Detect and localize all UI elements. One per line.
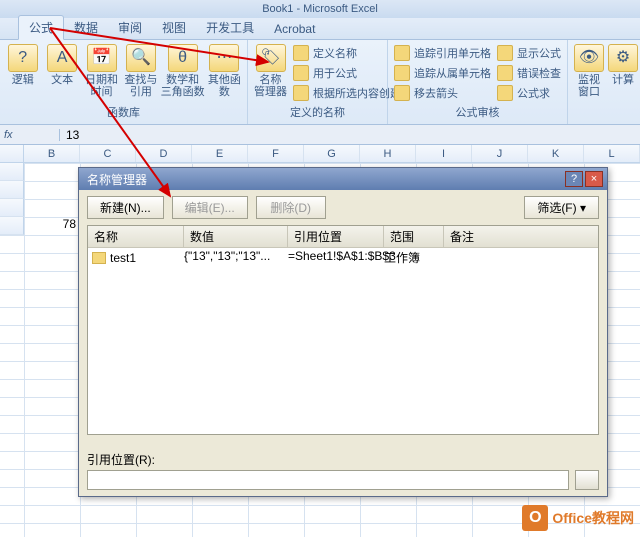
math-button[interactable]: θ数学和 三角函数 xyxy=(162,42,204,100)
col-header[interactable]: E xyxy=(192,145,248,162)
filter-button[interactable]: 筛选(F) ▾ xyxy=(524,196,599,219)
create-from-selection-button[interactable]: 根据所选内容创建 xyxy=(291,84,403,102)
define-name-button[interactable]: 定义名称 xyxy=(291,44,403,62)
edit-button[interactable]: 编辑(E)... xyxy=(172,196,248,219)
tab-review[interactable]: 审阅 xyxy=(108,16,152,39)
names-list: 名称 数值 引用位置 范围 备注 test1 {"13","13";"13"..… xyxy=(87,225,599,435)
watermark: O Office教程网 xyxy=(522,505,634,531)
col-header[interactable]: F xyxy=(248,145,304,162)
lookup-button[interactable]: 🔍查找与 引用 xyxy=(122,42,159,100)
remove-icon xyxy=(394,85,410,101)
watch-window-button[interactable]: 👁监视窗口 xyxy=(572,42,606,100)
col-scope[interactable]: 范围 xyxy=(384,226,444,247)
logical-icon: ? xyxy=(8,44,38,72)
calc-icon: ⚙ xyxy=(608,44,638,72)
datetime-button[interactable]: 📅日期和 时间 xyxy=(83,42,120,100)
text-button[interactable]: A文本 xyxy=(43,42,80,88)
more-fn-button[interactable]: ⋯其他函数 xyxy=(206,42,243,100)
col-header[interactable]: K xyxy=(528,145,584,162)
col-header[interactable]: J xyxy=(472,145,528,162)
create-icon xyxy=(293,85,309,101)
calendar-icon: 📅 xyxy=(87,44,117,72)
error-check-button[interactable]: 错误检查 xyxy=(495,64,563,82)
error-icon xyxy=(497,65,513,81)
row-header[interactable] xyxy=(0,163,24,181)
row-headers xyxy=(0,163,24,235)
col-header[interactable]: G xyxy=(304,145,360,162)
column-headers: B C D E F G H I J K L xyxy=(0,145,640,163)
group-label-fnlib: 函数库 xyxy=(4,104,243,122)
name-manager-icon: 🏷 xyxy=(256,44,286,72)
tab-developer[interactable]: 开发工具 xyxy=(196,16,264,39)
close-button[interactable]: × xyxy=(585,171,603,187)
refers-to-label: 引用位置(R): xyxy=(87,451,599,468)
dialog-toolbar: 新建(N)... 编辑(E)... 删除(D) 筛选(F) ▾ xyxy=(79,190,607,225)
arrow-down-icon xyxy=(394,65,410,81)
more-icon: ⋯ xyxy=(209,44,239,72)
watch-icon: 👁 xyxy=(574,44,604,72)
watermark-text: Office教程网 xyxy=(552,508,634,528)
dialog-title-text: 名称管理器 xyxy=(87,171,147,188)
new-button[interactable]: 新建(N)... xyxy=(87,196,164,219)
help-button[interactable]: ? xyxy=(565,171,583,187)
col-value[interactable]: 数值 xyxy=(184,226,288,247)
range-picker-button[interactable] xyxy=(575,470,599,490)
cell-value[interactable]: 78 xyxy=(26,217,80,231)
col-header[interactable]: H xyxy=(360,145,416,162)
math-icon: θ xyxy=(168,44,198,72)
formula-bar: fx 13 xyxy=(0,125,640,145)
name-manager-dialog: 名称管理器 ? × 新建(N)... 编辑(E)... 删除(D) 筛选(F) … xyxy=(78,167,608,497)
group-label-audit: 公式审核 xyxy=(392,104,563,122)
evaluate-formula-button[interactable]: 公式求 xyxy=(495,84,563,102)
col-note[interactable]: 备注 xyxy=(444,226,598,247)
refers-to-input[interactable] xyxy=(87,470,569,490)
fx-label[interactable]: fx xyxy=(0,129,60,141)
delete-button[interactable]: 删除(D) xyxy=(256,196,326,219)
list-header: 名称 数值 引用位置 范围 备注 xyxy=(88,226,598,248)
col-header[interactable]: D xyxy=(136,145,192,162)
row-header[interactable] xyxy=(0,217,24,235)
watermark-badge-icon: O xyxy=(522,505,548,531)
arrow-up-icon xyxy=(394,45,410,61)
col-name[interactable]: 名称 xyxy=(88,226,184,247)
show-icon xyxy=(497,45,513,61)
calculation-button[interactable]: ⚙计算 xyxy=(608,42,638,88)
define-icon xyxy=(293,45,309,61)
col-header[interactable]: L xyxy=(584,145,640,162)
name-row[interactable]: test1 {"13","13";"13"... =Sheet1!$A$1:$B… xyxy=(88,248,598,267)
logical-button[interactable]: ?逻辑 xyxy=(4,42,41,88)
use-in-formula-button[interactable]: 用于公式 xyxy=(291,64,403,82)
col-header[interactable]: B xyxy=(24,145,80,162)
ribbon: ?逻辑 A文本 📅日期和 时间 🔍查找与 引用 θ数学和 三角函数 ⋯其他函数 … xyxy=(0,40,640,125)
tab-acrobat[interactable]: Acrobat xyxy=(264,19,325,39)
col-header[interactable]: I xyxy=(416,145,472,162)
text-icon: A xyxy=(47,44,77,72)
ribbon-tabs: 公式 数据 审阅 视图 开发工具 Acrobat xyxy=(0,18,640,40)
row-header[interactable] xyxy=(0,181,24,199)
eval-icon xyxy=(497,85,513,101)
formula-icon xyxy=(293,65,309,81)
row-header[interactable] xyxy=(0,199,24,217)
dialog-footer: 引用位置(R): xyxy=(87,451,599,490)
name-manager-button[interactable]: 🏷名称 管理器 xyxy=(252,42,289,100)
name-icon xyxy=(92,252,106,264)
tab-view[interactable]: 视图 xyxy=(152,16,196,39)
formula-input[interactable]: 13 xyxy=(60,128,640,142)
lookup-icon: 🔍 xyxy=(126,44,156,72)
col-ref[interactable]: 引用位置 xyxy=(288,226,384,247)
col-header[interactable]: C xyxy=(80,145,136,162)
trace-precedents-button[interactable]: 追踪引用单元格 xyxy=(392,44,493,62)
dialog-titlebar[interactable]: 名称管理器 ? × xyxy=(79,168,607,190)
tab-data[interactable]: 数据 xyxy=(64,16,108,39)
remove-arrows-button[interactable]: 移去箭头 xyxy=(392,84,493,102)
select-all-corner[interactable] xyxy=(0,145,24,162)
tab-formulas[interactable]: 公式 xyxy=(18,15,64,40)
group-label-names: 定义的名称 xyxy=(252,104,383,122)
trace-dependents-button[interactable]: 追踪从属单元格 xyxy=(392,64,493,82)
show-formulas-button[interactable]: 显示公式 xyxy=(495,44,563,62)
